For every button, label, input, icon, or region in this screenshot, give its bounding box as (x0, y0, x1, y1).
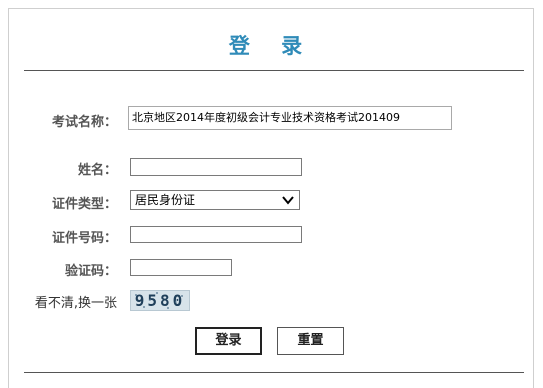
refresh-captcha-link[interactable]: 看不清,换一张 (0, 292, 117, 311)
login-button[interactable]: 登录 (195, 327, 262, 355)
exam-name-label: 考试名称： (51, 115, 117, 130)
captcha-image[interactable]: 9580 (130, 290, 190, 311)
exam-name-field[interactable]: 北京地区2014年度初级会计专业技术资格考试201409 (128, 106, 452, 130)
bottom-divider (24, 372, 524, 373)
name-input[interactable] (130, 158, 302, 176)
captcha-input[interactable] (130, 259, 232, 276)
id-type-selected-value: 居民身份证 (135, 193, 196, 207)
name-label: 姓名： (77, 163, 117, 178)
page-title: 登 录 (228, 34, 315, 58)
reset-button[interactable]: 重置 (277, 327, 344, 355)
captcha-label: 验证码： (64, 264, 117, 279)
id-type-select[interactable]: 居民身份证 (130, 190, 300, 210)
title-divider (24, 70, 524, 71)
chevron-down-icon (282, 196, 294, 205)
id-number-label: 证件号码： (51, 231, 117, 246)
id-number-input[interactable] (130, 226, 302, 243)
id-type-label: 证件类型： (51, 197, 117, 212)
